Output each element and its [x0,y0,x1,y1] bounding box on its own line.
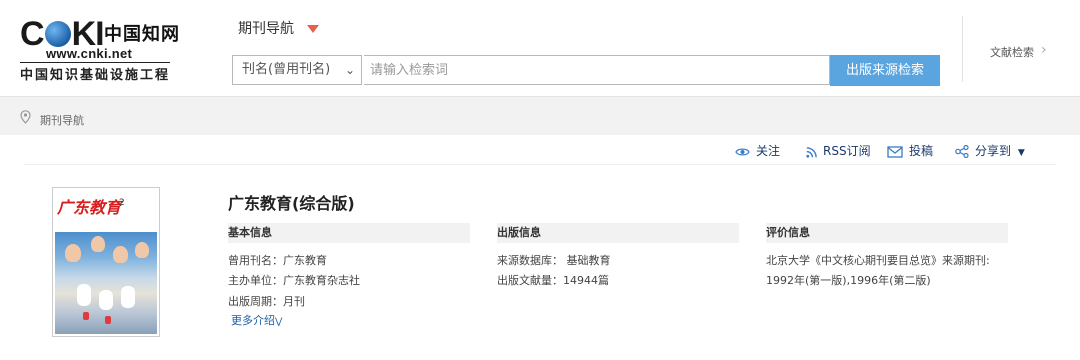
eye-icon [735,148,750,156]
source-search-button[interactable]: 出版来源检索 [830,55,940,86]
double-chevron-down-icon: ⋁ [275,317,283,327]
divider [962,16,963,82]
caret-down-icon[interactable] [307,25,319,33]
former-name: 曾用刊名：广东教育 [228,254,327,267]
submit-button[interactable]: 投稿 [887,142,933,159]
share-icon [955,145,969,158]
basic-info-heading: 基本信息 [228,223,470,243]
literature-search-link[interactable]: 文献检索 [990,44,1034,60]
more-intro-link[interactable]: 更多介绍⋁ [231,312,282,328]
globe-icon [44,21,71,47]
rss-icon [806,147,817,158]
cover-photo [55,232,157,334]
journal-title: 广东教育(综合版) [228,194,355,213]
share-button[interactable]: 分享到 ▼ [955,142,1025,159]
rss-label: RSS订阅 [823,144,871,158]
chevron-down-icon: ⌄ [344,63,355,77]
journal-cover[interactable]: 广东教育 2 [52,187,160,337]
follow-label: 关注 [756,144,781,158]
search-input[interactable] [364,55,830,85]
breadcrumb[interactable]: 期刊导航 [40,112,84,128]
submit-label: 投稿 [909,144,934,158]
follow-button[interactable]: 关注 [735,142,780,159]
publication-count: 出版文献量：14944篇 [497,274,609,287]
sponsor: 主办单位：广东教育杂志社 [228,274,360,287]
journal-panel [0,135,1080,360]
evaluation-line-1: 北京大学《中文核心期刊要目总览》来源期刊: [766,254,990,267]
search-field-value: 刊名(曾用刊名) [242,62,331,77]
evaluation-info-heading: 评价信息 [766,223,1008,243]
evaluation-line-2: 1992年(第一版),1996年(第二版) [766,274,931,287]
more-intro-label: 更多介绍 [231,314,275,327]
envelope-icon [887,146,903,158]
cover-issue-number: 2 [119,198,125,208]
chevron-right-icon[interactable]: › [1041,42,1047,58]
divider [24,164,1056,165]
logo-tagline: 中国知识基础设施工程 [20,62,171,83]
publication-period: 出版周期：月刊 [228,295,305,308]
rss-button[interactable]: RSS订阅 [806,142,871,159]
location-pin-icon [20,110,31,124]
share-label: 分享到 [975,144,1012,158]
source-database: 来源数据库： 基础教育 [497,254,611,267]
caret-down-icon: ▼ [1017,148,1025,158]
logo-url: www.cnki.net [46,46,133,61]
cnki-logo[interactable]: C KI 中国知网 www.cnki.net 中国知识基础设施工程 [20,16,190,83]
cover-title: 广东教育 [57,198,122,217]
search-field-select[interactable]: 刊名(曾用刊名) ⌄ [232,55,362,85]
header: C KI 中国知网 www.cnki.net 中国知识基础设施工程 期刊导航 刊名… [0,0,1080,97]
publish-info-heading: 出版信息 [497,223,739,243]
journal-nav-menu[interactable]: 期刊导航 [238,18,294,38]
logo-chinese-name: 中国知网 [104,24,180,45]
